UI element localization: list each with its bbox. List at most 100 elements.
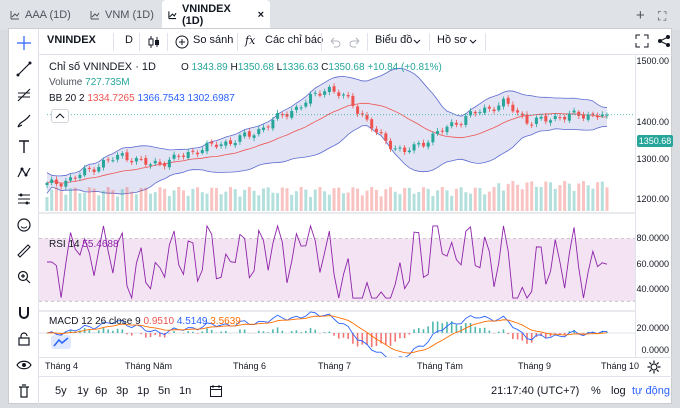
- volume-bar: [313, 189, 317, 211]
- range-6m[interactable]: 6p: [95, 385, 107, 397]
- volume-bar: [125, 187, 129, 211]
- candle-body: [384, 133, 388, 141]
- macd-histogram-bar: [446, 321, 448, 333]
- price-axis[interactable]: 1500.00 1400.00 1350.68 1300.00 1200.00 …: [635, 55, 673, 357]
- volume-bar: [116, 196, 120, 211]
- undo-icon[interactable]: [329, 36, 341, 48]
- volume-bar: [596, 182, 600, 211]
- volume-bar: [163, 188, 167, 211]
- candle-body: [478, 112, 482, 114]
- symbol-search[interactable]: VNINDEX: [47, 34, 96, 46]
- plus-circle-icon[interactable]: [175, 35, 189, 49]
- candle-body: [276, 112, 280, 119]
- volume-bar: [130, 191, 134, 211]
- volume-bar: [252, 190, 256, 211]
- macd-histogram-bar: [116, 328, 119, 333]
- volume-bar: [553, 188, 557, 211]
- candle-body: [341, 94, 345, 96]
- macd-histogram-bar: [159, 333, 161, 337]
- candle-body: [407, 150, 411, 153]
- macd-histogram-bar: [126, 333, 128, 335]
- candle-body: [83, 168, 87, 176]
- volume-bar: [158, 187, 162, 211]
- volume-bar: [139, 187, 143, 211]
- trash-icon[interactable]: [16, 383, 32, 399]
- ruler-icon[interactable]: [16, 243, 32, 259]
- range-3m[interactable]: 3p: [116, 385, 128, 397]
- candle-body: [149, 164, 153, 166]
- tab-vnindex[interactable]: VNINDEX (1D) ×: [162, 0, 270, 30]
- tab-vnm[interactable]: VNM (1D): [84, 0, 160, 30]
- candles-icon[interactable]: [147, 35, 161, 49]
- candle-body: [539, 116, 543, 119]
- candle-body: [200, 150, 204, 154]
- profile-dropdown[interactable]: Hồ sơ: [437, 34, 467, 46]
- macd-histogram-bar: [502, 329, 505, 333]
- range-5y[interactable]: 5y: [55, 385, 67, 397]
- candle-body: [266, 126, 270, 128]
- crosshair-icon[interactable]: [16, 35, 32, 51]
- volume-bar: [469, 193, 473, 211]
- auto-scale-toggle[interactable]: tự động: [632, 385, 670, 397]
- macd-histogram-bar: [121, 329, 124, 333]
- candle-body: [483, 107, 487, 113]
- last-price-tag: 1350.68: [637, 135, 673, 147]
- volume-bar: [229, 187, 233, 211]
- macd-histogram-bar: [432, 321, 434, 333]
- candle-body: [487, 106, 491, 109]
- interval-button[interactable]: D: [125, 34, 133, 46]
- candle-body: [497, 105, 501, 111]
- pattern-icon[interactable]: [16, 165, 32, 181]
- magnet-icon[interactable]: [16, 305, 32, 321]
- trend-line-icon[interactable]: [16, 61, 32, 77]
- prediction-icon[interactable]: [16, 191, 32, 207]
- macd-histogram-bar: [112, 330, 114, 333]
- maximize-icon[interactable]: ⛶: [658, 9, 666, 24]
- goto-date-icon[interactable]: [209, 384, 223, 398]
- range-1y[interactable]: 1y: [77, 385, 89, 397]
- candle-body: [379, 132, 383, 134]
- volume-bar: [111, 189, 115, 211]
- volume-bar: [87, 187, 91, 211]
- indicators-button[interactable]: Các chỉ báo: [265, 34, 323, 46]
- redo-icon[interactable]: [349, 36, 361, 48]
- volume-bar: [309, 196, 313, 211]
- zoom-icon[interactable]: [16, 269, 32, 285]
- macd-histogram-bar: [385, 333, 387, 345]
- range-5d[interactable]: 5n: [158, 385, 170, 397]
- fx-icon[interactable]: 𝑓x: [245, 34, 255, 47]
- volume-bar: [304, 189, 308, 211]
- percent-toggle[interactable]: %: [591, 385, 601, 397]
- fullscreen-icon[interactable]: [635, 34, 649, 48]
- add-tab-button[interactable]: +: [636, 7, 645, 24]
- brush-icon[interactable]: [16, 113, 32, 129]
- macd-histogram-bar: [305, 330, 307, 333]
- candle-body: [313, 92, 317, 94]
- macd-histogram-bar: [399, 333, 401, 339]
- eye-icon[interactable]: [16, 357, 32, 373]
- text-icon[interactable]: [16, 139, 32, 155]
- volume-bar: [530, 181, 534, 211]
- candle-body: [464, 116, 468, 125]
- range-1m[interactable]: 1p: [137, 385, 149, 397]
- candle-body: [558, 117, 562, 119]
- range-1d[interactable]: 1n: [179, 385, 191, 397]
- compare-button[interactable]: So sánh: [193, 34, 233, 46]
- tab-aaa[interactable]: AAA (1D): [4, 0, 77, 30]
- candle-body: [50, 179, 54, 183]
- close-icon[interactable]: ×: [258, 9, 264, 21]
- collapse-legend-button[interactable]: [51, 109, 69, 123]
- clock-time[interactable]: 21:17:40 (UTC+7): [491, 385, 579, 397]
- volume-bar: [73, 187, 77, 211]
- gear-icon[interactable]: [647, 360, 661, 374]
- chart-type-dropdown[interactable]: Biểu đồ: [375, 34, 412, 46]
- time-axis[interactable]: Tháng 4 Tháng Năm Tháng 6 Tháng 7 Tháng …: [39, 357, 673, 375]
- share-icon[interactable]: [657, 34, 671, 48]
- emoji-icon[interactable]: [16, 217, 32, 233]
- fib-icon[interactable]: [16, 87, 32, 103]
- lock-icon[interactable]: [16, 331, 32, 347]
- volume-bar: [261, 188, 265, 211]
- range-bar: 5y 1y 6p 3p 1p 5n 1n 21:17:40 (UTC+7) % …: [39, 376, 673, 404]
- log-toggle[interactable]: log: [611, 385, 626, 397]
- macd-histogram-bar: [290, 331, 293, 333]
